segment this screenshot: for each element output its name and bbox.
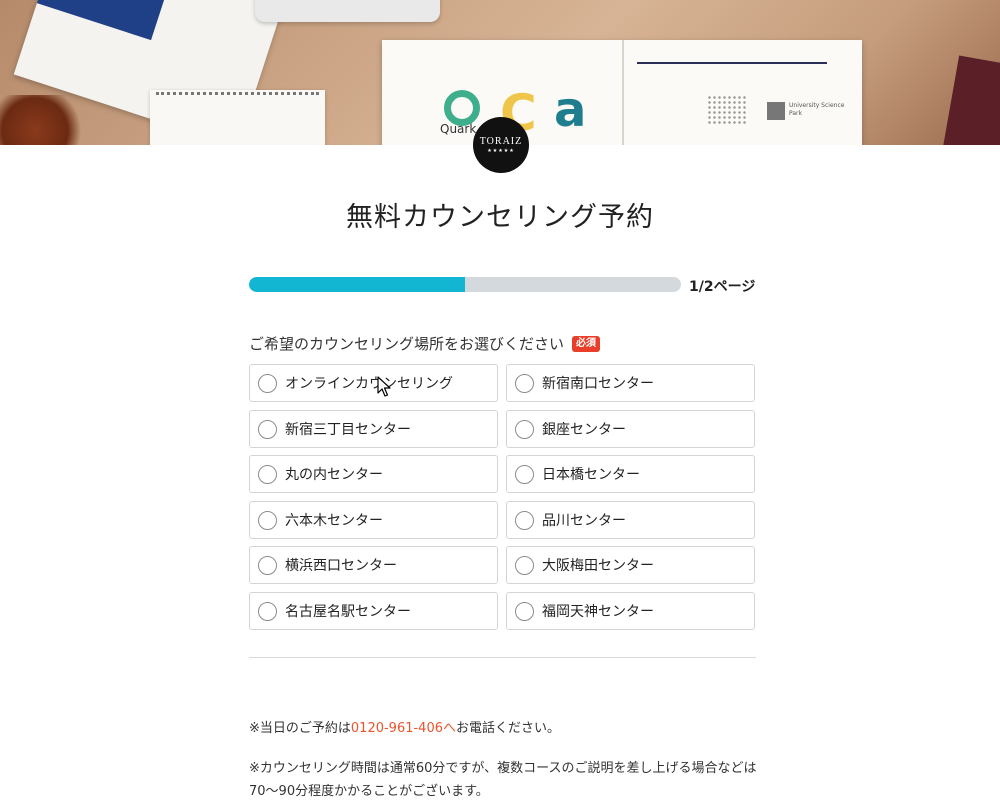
university-logo-text: University Science Park: [789, 102, 845, 117]
radio-circle-icon[interactable]: [258, 373, 277, 393]
radio-circle-icon[interactable]: [515, 373, 534, 393]
mouse-pointer-icon: [377, 376, 391, 397]
question-text: ご希望のカウンセリング場所をお選びください: [249, 335, 565, 353]
option-roppongi[interactable]: 六本木センター: [249, 501, 498, 539]
option-label: 日本橋センター: [542, 467, 640, 483]
option-fukuoka-tenjin[interactable]: 福岡天神センター: [506, 592, 755, 630]
radio-circle-icon[interactable]: [515, 601, 534, 621]
option-label: 銀座センター: [542, 422, 626, 438]
quark-logo-icon: [444, 90, 480, 126]
option-ginza[interactable]: 銀座センター: [506, 410, 755, 448]
hero-laptop: [255, 0, 440, 22]
radio-circle-icon[interactable]: [258, 419, 277, 439]
note-prefix: ※当日のご予約は: [249, 721, 351, 736]
option-label: 名古屋名駅センター: [285, 604, 411, 620]
progress-fill: [249, 277, 465, 292]
quark-logo-text: Quark: [440, 122, 477, 136]
option-label: 丸の内センター: [285, 467, 383, 483]
radio-circle-icon[interactable]: [258, 464, 277, 484]
option-marunouchi[interactable]: 丸の内センター: [249, 455, 498, 493]
progress-track: [249, 277, 681, 292]
radio-circle-icon[interactable]: [515, 510, 534, 530]
option-label: 大阪梅田センター: [542, 558, 654, 574]
hero-notepad: [150, 90, 325, 145]
option-nagoya-meieki[interactable]: 名古屋名駅センター: [249, 592, 498, 630]
required-badge: 必須: [572, 335, 601, 352]
hero-bag: [941, 55, 1000, 145]
duration-note: ※カウンセリング時間は通常60分ですが、複数コースのご説明を差し上げる場合などは…: [249, 761, 757, 799]
option-label: 新宿三丁目センター: [285, 422, 411, 438]
radio-circle-icon[interactable]: [258, 510, 277, 530]
option-shinagawa[interactable]: 品川センター: [506, 501, 755, 539]
option-shinjuku-south[interactable]: 新宿南口センター: [506, 364, 755, 402]
radio-circle-icon[interactable]: [258, 601, 277, 621]
option-shinjuku-sanchome[interactable]: 新宿三丁目センター: [249, 410, 498, 448]
option-yokohama-west[interactable]: 横浜西口センター: [249, 546, 498, 584]
option-label: 六本木センター: [285, 513, 383, 529]
option-label: 福岡天神センター: [542, 604, 654, 620]
hero-plant: [0, 95, 90, 145]
dots-graphic: [707, 95, 747, 125]
option-label: 品川センター: [542, 513, 626, 529]
option-online-counseling[interactable]: オンラインカウンセリング: [249, 364, 498, 402]
progress-bar: 1/2ページ: [249, 276, 756, 295]
same-day-note: ※当日のご予約は0120-961-406へお電話ください。: [249, 717, 769, 740]
radio-circle-icon[interactable]: [515, 419, 534, 439]
note-suffix: お電話ください。: [456, 721, 561, 736]
option-osaka-umeda[interactable]: 大阪梅田センター: [506, 546, 755, 584]
option-label: 新宿南口センター: [542, 376, 654, 392]
phone-number-link[interactable]: 0120-961-406へ: [351, 721, 456, 736]
option-label: 横浜西口センター: [285, 558, 397, 574]
page-title: 無料カウンセリング予約: [346, 202, 654, 233]
university-logo-icon: [767, 102, 785, 120]
logo-name: TORAIZ: [479, 136, 523, 147]
a-logo-icon: a: [554, 82, 587, 138]
toraiz-logo: TORAIZ ★★★★★: [473, 117, 529, 173]
hero-book: Quark C a University Science Park: [382, 40, 862, 145]
question-label: ご希望のカウンセリング場所をお選びください 必須: [249, 333, 601, 354]
radio-circle-icon[interactable]: [515, 555, 534, 575]
option-nihonbashi[interactable]: 日本橋センター: [506, 455, 755, 493]
divider: [249, 657, 756, 658]
radio-circle-icon[interactable]: [515, 464, 534, 484]
logo-stars: ★★★★★: [487, 148, 515, 154]
progress-label: 1/2ページ: [689, 279, 756, 295]
radio-circle-icon[interactable]: [258, 555, 277, 575]
option-label: オンラインカウンセリング: [285, 376, 453, 392]
